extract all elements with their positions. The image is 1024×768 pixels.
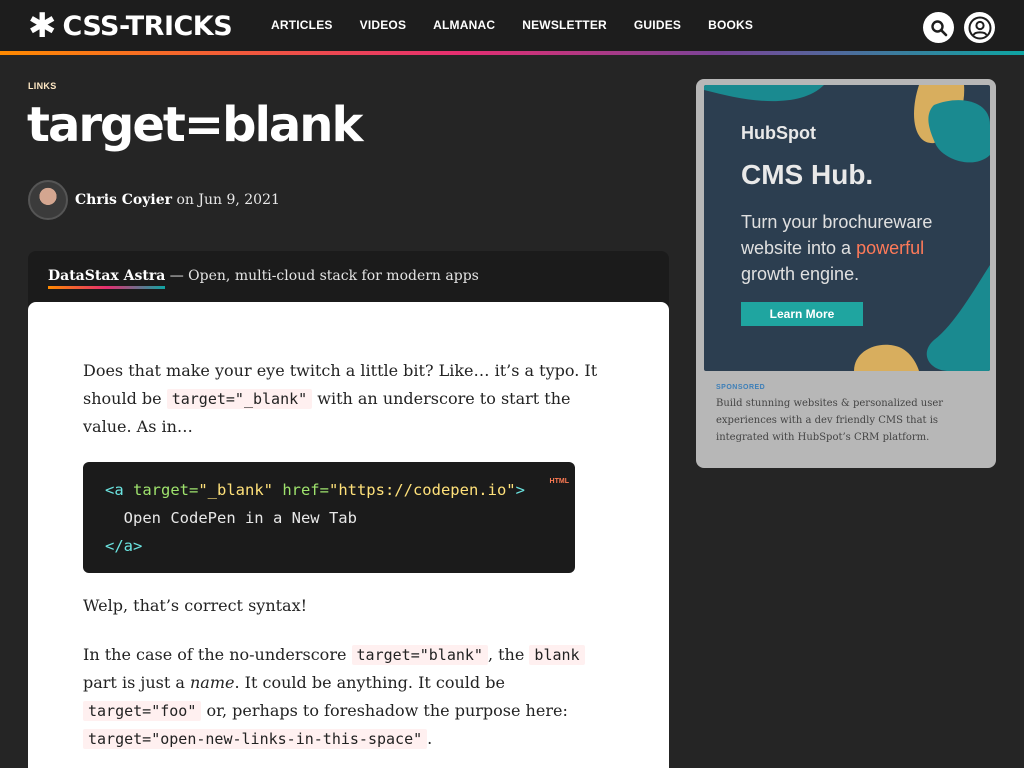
ad-meta: SPONSORED Build stunning websites & pers… [716,384,976,446]
asterisk-logo-icon: ✱ [28,6,57,46]
code-block: HTML <a target="_blank" href="https://co… [83,462,575,573]
inline-code: target="foo" [83,701,202,721]
ad-description[interactable]: Build stunning websites & personalized u… [716,395,976,446]
sidebar-ad: HubSpot CMS Hub. Turn your brochureware … [696,79,996,468]
p3-text: In the case of the no-underscore [83,645,352,664]
p3-text: . It could be anything. It could be [234,673,505,692]
nav-books[interactable]: BOOKS [708,18,753,32]
inline-code: target="_blank" [166,389,313,409]
sponsor-strip: DataStax Astra — Open, multi-cloud stack… [28,251,669,306]
paragraph-3: In the case of the no-underscore target=… [83,641,603,753]
author-avatar[interactable] [28,180,68,220]
code-token: target= [123,481,199,499]
hubspot-logo: HubSpot [741,123,816,143]
ad-copy: Turn your brochureware website into a po… [741,209,961,287]
learn-more-button[interactable]: Learn More [741,302,863,326]
inline-code: target="blank" [351,645,488,665]
code-token: "_blank" [198,481,273,499]
sponsor-line: DataStax Astra — Open, multi-cloud stack… [48,268,479,284]
nav-guides[interactable]: GUIDES [634,18,681,32]
p3-text: . [427,729,433,748]
header-gradient-bar [0,51,1024,55]
code-token: <a [105,481,124,499]
sponsor-link[interactable]: DataStax Astra [48,268,165,284]
p3-emphasis: name [189,673,235,692]
p3-text: or, perhaps to foreshadow the purpose he… [201,701,568,720]
date-prefix: on [176,192,194,208]
ad-copy-highlight: powerful [856,238,925,258]
logo-text: CSS-TRICKS [62,10,233,42]
code-line: Open CodePen in a New Tab [105,509,357,527]
publish-date: Jun 9, 2021 [198,192,280,208]
inline-code: blank [529,645,585,665]
site-header: ✱ CSS-TRICKS ARTICLES VIDEOS ALMANAC NEW… [0,0,1024,55]
byline: Chris Coyier on Jun 9, 2021 [75,192,280,208]
p3-text: part is just a [83,673,190,692]
code-language-label: HTML [549,478,569,485]
nav-almanac[interactable]: ALMANAC [433,18,495,32]
p3-text: , the [487,645,530,664]
ad-copy-text: growth engine. [741,264,860,284]
article-content: Does that make your eye twitch a little … [28,302,669,768]
nav-newsletter[interactable]: NEWSLETTER [522,18,607,32]
search-icon [930,19,947,36]
ad-banner[interactable]: HubSpot CMS Hub. Turn your brochureware … [704,85,990,371]
search-button[interactable] [923,12,954,43]
nav-videos[interactable]: VIDEOS [360,18,407,32]
code-line: <a target="_blank" href="https://codepen… [105,476,553,504]
code-token: "https://codepen.io" [328,481,516,499]
site-logo[interactable]: ✱ CSS-TRICKS [28,6,233,46]
paragraph-2: Welp, that’s correct syntax! [83,596,308,615]
ad-headline: CMS Hub. [741,159,874,190]
page-title: target=blank [27,97,363,153]
sponsor-tagline: — Open, multi-cloud stack for modern app… [165,268,479,284]
nav-articles[interactable]: ARTICLES [271,18,333,32]
account-button[interactable] [964,12,995,43]
code-token: > [515,481,525,499]
main-nav: ARTICLES VIDEOS ALMANAC NEWSLETTER GUIDE… [271,18,780,32]
user-icon [968,16,991,39]
sponsored-label: SPONSORED [716,384,766,391]
category-link[interactable]: LINKS [28,81,57,91]
author-name[interactable]: Chris Coyier [75,192,172,208]
paragraph-1: Does that make your eye twitch a little … [83,357,603,441]
code-line: </a> [105,537,143,555]
code-token: href= [272,481,329,499]
inline-code: target="open-new-links-in-this-space" [83,729,428,749]
